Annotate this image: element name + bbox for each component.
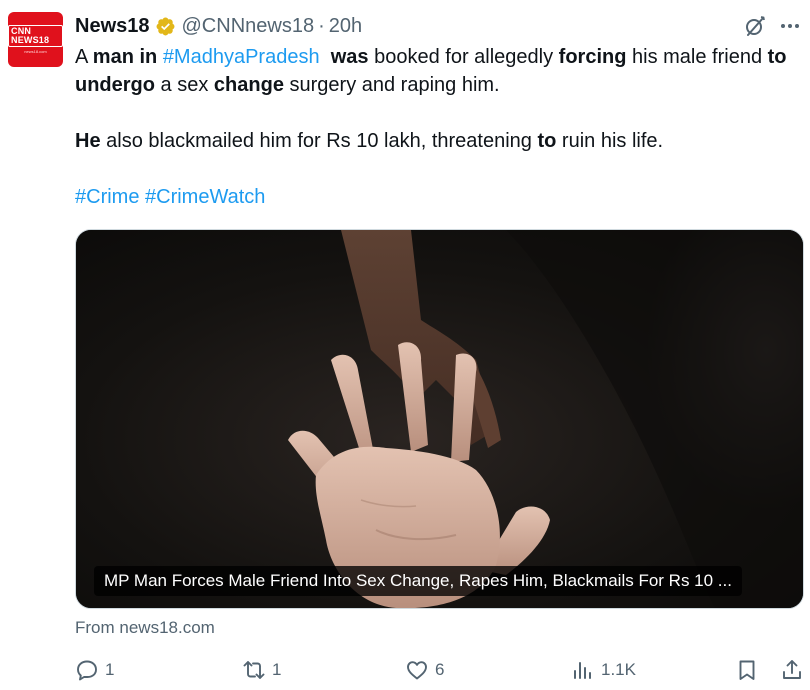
avatar[interactable]: CNN NEWS18 news18.com xyxy=(8,12,63,67)
tweet-text: A man in #MadhyaPradesh was booked for a… xyxy=(75,43,795,211)
bold-span: to xyxy=(537,130,557,152)
tweet-paragraph-2: He also blackmailed him for Rs 10 lakh, … xyxy=(75,127,795,155)
text-span: surgery and raping him. xyxy=(283,74,500,96)
bold-span: was xyxy=(330,46,369,68)
verified-badge-icon[interactable] xyxy=(155,16,176,37)
text-span: also blackmailed him for Rs 10 lakh, thr… xyxy=(100,130,538,152)
tweet-time[interactable]: 20h xyxy=(329,15,362,38)
hashtag-crimewatch[interactable]: #CrimeWatch xyxy=(145,186,265,208)
card-photo xyxy=(76,230,803,608)
bookmark-icon xyxy=(739,660,755,680)
repost-icon xyxy=(243,661,265,679)
text-span: ruin his life. xyxy=(556,130,664,152)
account-handle[interactable]: @CNNnews18 xyxy=(182,15,315,38)
views-icon xyxy=(574,662,591,679)
share-button[interactable] xyxy=(780,652,804,688)
bold-span: man in xyxy=(92,46,158,68)
tweet-paragraph-1: A man in #MadhyaPradesh was booked for a… xyxy=(75,43,795,99)
repost-button[interactable]: 1 xyxy=(242,652,281,688)
bold-span: forcing xyxy=(558,46,627,68)
avatar-logo-text: CNN NEWS18 xyxy=(8,25,63,47)
text-span: a sex xyxy=(155,74,214,96)
link-card-image[interactable]: MP Man Forces Male Friend Into Sex Chang… xyxy=(75,229,804,609)
text-span xyxy=(320,46,331,68)
hashtag-crime[interactable]: #Crime xyxy=(75,186,139,208)
more-icon[interactable] xyxy=(778,14,802,38)
tweet-header: News18 @CNNnews18 · 20h xyxy=(75,13,362,39)
like-icon xyxy=(407,661,427,680)
repost-count: 1 xyxy=(272,660,282,679)
account-name[interactable]: News18 xyxy=(75,15,150,38)
separator-dot: · xyxy=(318,14,325,37)
text-span: his male friend xyxy=(626,46,768,68)
bookmark-button[interactable] xyxy=(735,652,759,688)
views-button[interactable]: 1.1K xyxy=(571,652,636,688)
text-span: A xyxy=(75,46,93,68)
grok-icon[interactable] xyxy=(743,14,767,38)
text-span: booked for allegedly xyxy=(368,46,559,68)
action-bar: 1 1 6 1.1K xyxy=(75,652,810,688)
like-button[interactable]: 6 xyxy=(405,652,444,688)
bold-span: change xyxy=(213,74,284,96)
tweet-hashtags: #Crime #CrimeWatch xyxy=(75,183,795,211)
avatar-logo-subtext: news18.com xyxy=(24,49,47,54)
share-icon xyxy=(783,660,801,679)
link-source[interactable]: From news18.com xyxy=(75,618,215,638)
views-count: 1.1K xyxy=(601,660,636,679)
reply-icon xyxy=(77,660,97,681)
like-count: 6 xyxy=(435,660,445,679)
reply-count: 1 xyxy=(105,660,115,679)
bold-span: He xyxy=(75,130,101,152)
hashtag-madhyapradesh[interactable]: #MadhyaPradesh xyxy=(163,46,320,68)
reply-button[interactable]: 1 xyxy=(75,652,114,688)
card-caption: MP Man Forces Male Friend Into Sex Chang… xyxy=(94,566,742,596)
